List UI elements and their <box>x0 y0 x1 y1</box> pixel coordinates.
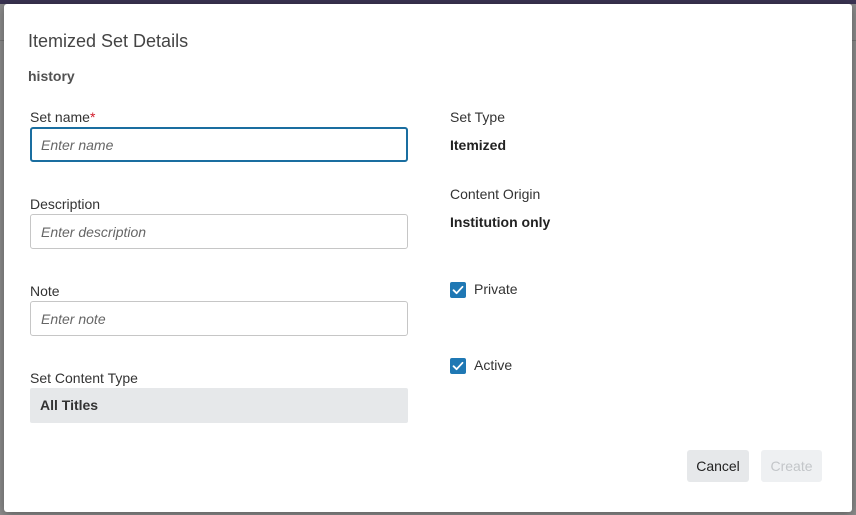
set-type-value: Itemized <box>450 137 507 153</box>
set-content-type-select[interactable]: All Titles <box>30 388 408 423</box>
checkmark-icon <box>452 285 464 295</box>
note-input[interactable] <box>30 301 408 336</box>
description-label: Description <box>30 196 101 212</box>
create-button[interactable]: Create <box>761 450 822 482</box>
itemized-set-details-dialog: Itemized Set Details history Set name* D… <box>4 4 852 512</box>
dialog-title: Itemized Set Details <box>28 31 189 51</box>
set-content-type-label: Set Content Type <box>30 370 138 386</box>
set-name-input[interactable] <box>30 127 408 162</box>
active-label: Active <box>474 357 513 373</box>
set-content-type-value: All Titles <box>40 397 99 413</box>
private-label: Private <box>474 281 518 297</box>
dialog-subtitle: history <box>28 68 75 84</box>
active-checkbox-row[interactable]: Active <box>450 357 512 374</box>
description-input[interactable] <box>30 214 408 249</box>
required-indicator: * <box>89 109 96 125</box>
private-checkbox[interactable] <box>450 282 466 298</box>
cancel-button[interactable]: Cancel <box>687 450 749 482</box>
checkmark-icon <box>452 361 464 371</box>
private-checkbox-row[interactable]: Private <box>450 281 518 298</box>
content-origin-label: Content Origin <box>450 186 541 202</box>
set-name-label-text: Set name <box>30 109 90 125</box>
set-type-label: Set Type <box>450 109 506 125</box>
active-checkbox[interactable] <box>450 358 466 374</box>
set-name-label: Set name* <box>30 109 95 125</box>
note-label: Note <box>30 283 60 299</box>
content-origin-value: Institution only <box>450 214 551 230</box>
